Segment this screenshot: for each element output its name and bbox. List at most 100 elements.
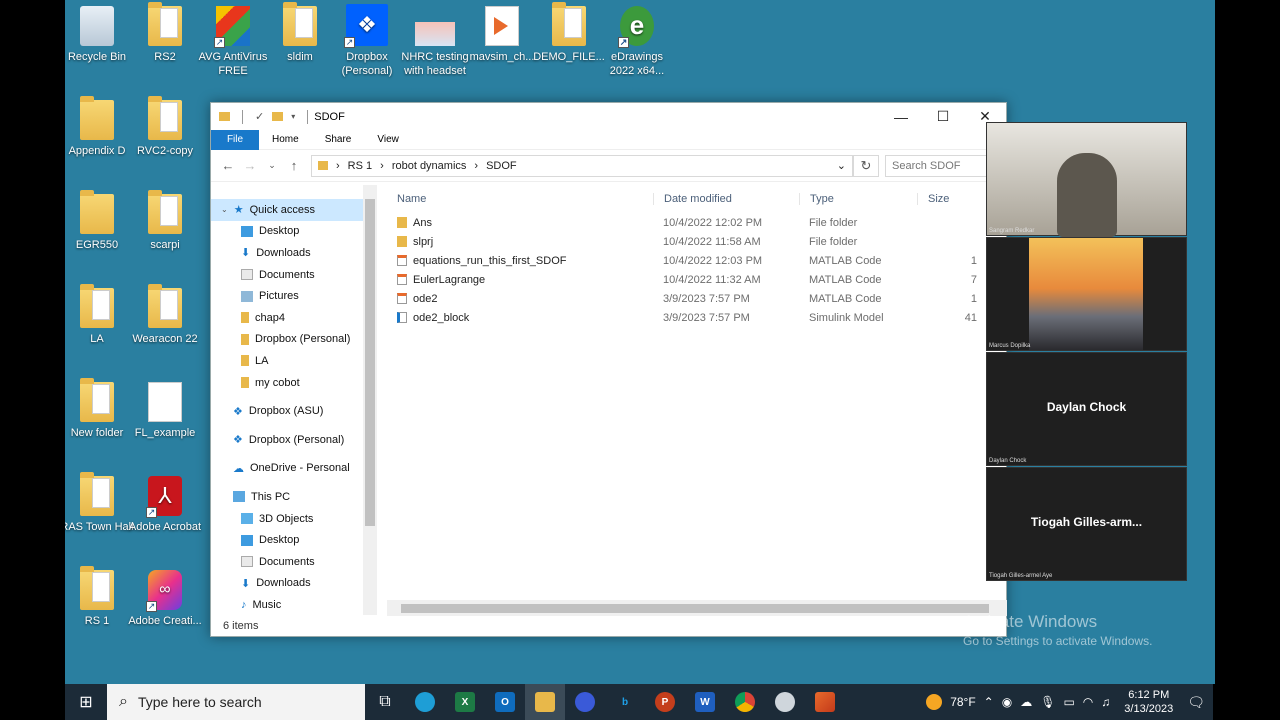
desktop-icon-wearacon[interactable]: Wearacon 22 xyxy=(128,282,202,346)
back-icon[interactable]: ← xyxy=(217,158,239,173)
desktop-icon-ras-town-hall[interactable]: RAS Town Hall xyxy=(65,470,134,534)
nav-chap4[interactable]: chap4 xyxy=(211,307,377,329)
file-row[interactable]: ode2_block 3/9/2023 7:57 PM Simulink Mod… xyxy=(387,308,987,327)
video-tile[interactable]: Sangram Redkar xyxy=(986,122,1187,237)
breadcrumb-rs1[interactable]: RS 1 xyxy=(348,160,372,172)
taskbar-outlook[interactable]: O xyxy=(485,684,525,720)
title-bar[interactable]: ✓ ▾ SDOF — ☐ ✕ xyxy=(211,103,1006,130)
video-tile[interactable]: Marcus Dopilka xyxy=(986,237,1187,351)
address-dropdown-icon[interactable]: ⌄ xyxy=(837,159,852,172)
file-row[interactable]: EulerLagrange 10/4/2022 11:32 AM MATLAB … xyxy=(387,270,987,289)
clock[interactable]: 6:12 PM 3/13/2023 xyxy=(1118,688,1179,716)
breadcrumb-sdof[interactable]: SDOF xyxy=(486,160,517,172)
taskbar-edge[interactable] xyxy=(405,684,445,720)
nav-my-cobot[interactable]: my cobot xyxy=(211,372,377,394)
nav-pc-desktop[interactable]: Desktop xyxy=(211,529,377,551)
desktop-icon-demo-file[interactable]: DEMO_FILE... xyxy=(532,0,606,64)
tab-file[interactable]: File xyxy=(211,129,259,150)
meet-now-icon[interactable]: ◉ xyxy=(1002,695,1012,709)
desktop-icon-dropbox[interactable]: ❖ ↗ Dropbox (Personal) xyxy=(330,0,404,78)
nav-documents[interactable]: Documents xyxy=(211,264,377,286)
maximize-button[interactable]: ☐ xyxy=(922,108,964,125)
breadcrumb-robot-dynamics[interactable]: robot dynamics xyxy=(392,160,467,172)
nav-this-pc[interactable]: This PC xyxy=(211,486,377,508)
column-date[interactable]: Date modified xyxy=(653,193,799,205)
desktop-icon-rs1[interactable]: RS 1 xyxy=(65,564,134,628)
taskbar-powerpoint[interactable]: P xyxy=(645,684,685,720)
desktop-icon-rvc2[interactable]: RVC2-copy xyxy=(128,94,202,158)
desktop-icon-acrobat[interactable]: ⅄ ↗ Adobe Acrobat xyxy=(128,470,202,534)
desktop-icon-creative-cloud[interactable]: ∞ ↗ Adobe Creati... xyxy=(128,564,202,628)
taskbar-webex[interactable] xyxy=(565,684,605,720)
weather-icon[interactable] xyxy=(926,694,943,710)
column-type[interactable]: Type xyxy=(799,193,917,205)
recent-locations-icon[interactable]: ⌄ xyxy=(261,160,283,171)
desktop-icon-rs2[interactable]: RS2 xyxy=(128,0,202,64)
file-row[interactable]: Ans 10/4/2022 12:02 PM File folder xyxy=(387,213,987,232)
up-icon[interactable]: ↑ xyxy=(283,158,305,173)
refresh-button[interactable]: ↻ xyxy=(853,154,879,177)
onedrive-icon[interactable]: ☁ xyxy=(1020,695,1032,709)
microphone-icon[interactable]: 🎙 xyxy=(1040,695,1055,709)
address-bar[interactable]: › RS 1 › robot dynamics › SDOF ⌄ xyxy=(311,154,853,177)
desktop-icon-mavsim[interactable]: mavsim_ch... xyxy=(465,0,539,64)
desktop-icon-sldim[interactable]: sldim xyxy=(263,0,337,64)
new-folder-icon[interactable] xyxy=(272,112,284,121)
tab-share[interactable]: Share xyxy=(312,130,365,150)
nav-quick-access[interactable]: ⌄ ★ Quick access xyxy=(211,199,377,221)
taskbar-excel[interactable]: X xyxy=(445,684,485,720)
chevron-down-icon[interactable]: ▾ xyxy=(291,112,295,121)
desktop-icon-avg[interactable]: ↗ AVG AntiVirus FREE xyxy=(196,0,270,78)
nav-dropbox-personal-qa[interactable]: Dropbox (Personal) xyxy=(211,329,377,351)
column-size[interactable]: Size xyxy=(917,193,977,205)
nav-pc-documents[interactable]: Documents xyxy=(211,551,377,573)
desktop-icon-nhrc[interactable]: NHRC testing with headset xyxy=(398,0,472,78)
nav-pictures[interactable]: Pictures xyxy=(211,285,377,307)
nav-music[interactable]: ♪ Music xyxy=(211,594,377,615)
taskbar-matlab[interactable] xyxy=(805,684,845,720)
desktop-icon-scarpi[interactable]: scarpi xyxy=(128,188,202,252)
forward-icon[interactable]: → xyxy=(239,158,261,173)
horizontal-scrollbar[interactable] xyxy=(387,600,1007,616)
start-button[interactable]: ⊞ xyxy=(65,692,107,712)
taskbar-chrome[interactable] xyxy=(725,684,765,720)
video-tile[interactable]: Tiogah Gilles-arm... Tiogah Gilles-armel… xyxy=(986,467,1187,581)
column-name[interactable]: Name xyxy=(387,193,653,205)
nav-scrollbar[interactable] xyxy=(363,185,377,615)
desktop-icon-egr550[interactable]: EGR550 xyxy=(65,188,134,252)
desktop-icon-appendix-d[interactable]: Appendix D xyxy=(65,94,134,158)
taskbar-file-explorer[interactable] xyxy=(525,684,565,720)
desktop-icon-la[interactable]: LA xyxy=(65,282,134,346)
task-view-button[interactable]: ⧉ xyxy=(365,684,405,720)
taskbar-app[interactable] xyxy=(765,684,805,720)
taskbar-bing[interactable]: b xyxy=(605,684,645,720)
file-row[interactable]: ode2 3/9/2023 7:57 PM MATLAB Code 1 xyxy=(387,289,987,308)
desktop-icon-new-folder[interactable]: New folder xyxy=(65,376,134,440)
nav-3d-objects[interactable]: 3D Objects xyxy=(211,508,377,530)
tab-view[interactable]: View xyxy=(364,130,412,150)
minimize-button[interactable]: — xyxy=(880,109,922,125)
tab-home[interactable]: Home xyxy=(259,130,312,150)
nav-la[interactable]: LA xyxy=(211,350,377,372)
taskbar-word[interactable]: W xyxy=(685,684,725,720)
notifications-icon[interactable]: 🗨 xyxy=(1187,694,1205,711)
file-row[interactable]: slprj 10/4/2022 11:58 AM File folder xyxy=(387,232,987,251)
desktop-icon-edrawings[interactable]: e ↗ eDrawings 2022 x64... xyxy=(600,0,674,78)
chevron-up-icon[interactable]: ⌃ xyxy=(984,695,994,709)
temperature[interactable]: 78°F xyxy=(950,695,975,709)
nav-dropbox-asu[interactable]: ❖ Dropbox (ASU) xyxy=(211,400,377,422)
nav-dropbox-personal[interactable]: ❖ Dropbox (Personal) xyxy=(211,429,377,451)
file-row[interactable]: equations_run_this_first_SDOF 10/4/2022 … xyxy=(387,251,987,270)
network-icon[interactable]: ▭ xyxy=(1063,695,1074,709)
properties-icon[interactable]: ✓ xyxy=(255,110,264,123)
nav-downloads[interactable]: ⬇ Downloads xyxy=(211,242,377,264)
nav-pc-downloads[interactable]: ⬇ Downloads xyxy=(211,573,377,595)
nav-onedrive[interactable]: ☁ OneDrive - Personal xyxy=(211,458,377,480)
volume-icon[interactable]: ♫ xyxy=(1101,695,1110,709)
video-tile[interactable]: Daylan Chock Daylan Chock xyxy=(986,352,1187,466)
nav-desktop[interactable]: Desktop xyxy=(211,221,377,243)
wifi-icon[interactable]: ◠ xyxy=(1083,695,1093,709)
desktop-icon-recycle-bin[interactable]: Recycle Bin xyxy=(65,0,134,64)
desktop-icon-fl-example[interactable]: FL_example xyxy=(128,376,202,440)
taskbar-search[interactable]: ⌕ Type here to search xyxy=(107,684,365,720)
